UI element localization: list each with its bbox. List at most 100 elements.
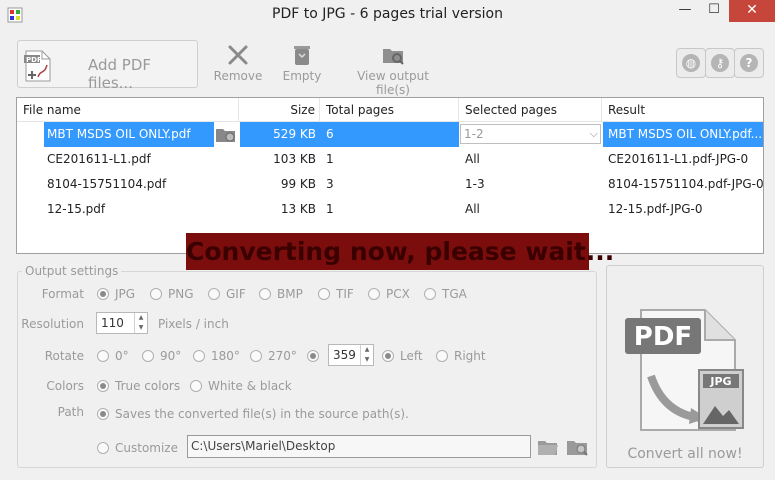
rotate-stepper[interactable]: 359 ▲ ▼ <box>328 344 374 366</box>
empty-button[interactable]: Empty <box>280 40 324 88</box>
resolution-stepper[interactable]: 110 ▲ ▼ <box>96 312 148 334</box>
radio-icon <box>150 288 162 300</box>
format-pcx-radio[interactable]: PCX <box>368 287 410 301</box>
row-file-name: CE201611-L1.pdf <box>47 152 151 166</box>
view-output-button[interactable]: View output file(s) <box>340 40 446 97</box>
table-header: File name Size Total pages Selected page… <box>17 98 763 122</box>
format-tif-radio[interactable]: TIF <box>318 287 354 301</box>
path-source-radio[interactable]: Saves the converted file(s) in the sourc… <box>97 407 409 421</box>
rotate-90-radio[interactable]: 90° <box>142 349 181 363</box>
col-selected-pages[interactable]: Selected pages <box>459 98 602 122</box>
maximize-button[interactable]: ☐ <box>699 0 729 22</box>
format-label: Format <box>41 287 84 301</box>
format-tga-label: TGA <box>442 287 467 301</box>
svg-text:PDF: PDF <box>26 56 42 64</box>
format-tga-radio[interactable]: TGA <box>424 287 467 301</box>
selected-pages-value: 1-2 <box>464 127 484 141</box>
row-total-pages: 1 <box>326 152 334 166</box>
convert-all-label: Convert all now! <box>627 446 743 462</box>
table-row[interactable]: CE201611-L1.pdf 103 KB 1 All CE201611-L1… <box>17 147 763 172</box>
row-result: 8104-15751104.pdf-JPG-0 <box>608 177 763 191</box>
open-output-folder-icon[interactable] <box>566 436 590 461</box>
pdf-to-jpg-icon: PDF JPG <box>625 309 744 431</box>
resolution-value: 110 <box>101 316 124 330</box>
radio-icon <box>208 288 220 300</box>
resolution-unit: Pixels / inch <box>158 317 229 331</box>
colors-bw-radio[interactable]: White & black <box>190 379 292 393</box>
open-folder-icon[interactable] <box>214 122 240 147</box>
rotate-0-label: 0° <box>115 349 129 363</box>
colors-bw-label: White & black <box>208 379 292 393</box>
rotate-270-label: 270° <box>268 349 297 363</box>
register-button[interactable]: ⚷ <box>705 48 735 78</box>
radio-icon <box>97 408 109 420</box>
format-bmp-radio[interactable]: BMP <box>259 287 303 301</box>
remove-button[interactable]: Remove <box>212 40 264 88</box>
rotate-90-label: 90° <box>160 349 182 363</box>
format-jpg-radio[interactable]: JPG <box>97 287 135 301</box>
row-result: CE201611-L1.pdf-JPG-0 <box>608 152 749 166</box>
globe-icon: ◍ <box>682 54 700 72</box>
row-total-pages: 1 <box>326 202 334 216</box>
rotate-right-radio[interactable]: Right <box>436 349 486 363</box>
row-file-name: 8104-15751104.pdf <box>47 177 167 191</box>
browse-folder-icon[interactable] <box>537 437 559 460</box>
add-pdf-files-button[interactable]: PDF Add PDF files... <box>17 40 198 92</box>
converting-banner: Converting now, please wait... <box>186 233 614 270</box>
selected-pages-combo[interactable]: 1-2 ⌵ <box>460 124 601 144</box>
format-jpg-label: JPG <box>115 287 136 301</box>
chevron-down-icon: ⌵ <box>589 127 598 140</box>
close-button[interactable]: ✕ <box>729 0 775 22</box>
stepper-arrows-icon[interactable]: ▲ ▼ <box>360 345 373 365</box>
help-button[interactable]: ? <box>734 48 764 78</box>
radio-icon <box>250 350 262 362</box>
row-selected-pages: All <box>465 202 480 216</box>
row-size: 13 KB <box>280 202 316 216</box>
col-total-pages[interactable]: Total pages <box>320 98 459 122</box>
format-gif-label: GIF <box>226 287 246 301</box>
radio-icon <box>259 288 271 300</box>
col-file-name[interactable]: File name <box>17 98 239 122</box>
key-icon: ⚷ <box>711 54 729 72</box>
stepper-arrows-icon[interactable]: ▲ ▼ <box>134 313 147 333</box>
remove-label: Remove <box>213 69 263 83</box>
table-row[interactable]: 8104-15751104.pdf 99 KB 3 1-3 8104-15751… <box>17 172 763 197</box>
format-bmp-label: BMP <box>277 287 303 301</box>
help-icon: ? <box>740 54 758 72</box>
minimize-button[interactable]: — <box>670 0 700 22</box>
format-png-label: PNG <box>168 287 194 301</box>
row-file-name: MBT MSDS OIL ONLY.pdf <box>44 122 214 147</box>
radio-icon <box>318 288 330 300</box>
colors-true-label: True colors <box>115 379 181 393</box>
format-gif-radio[interactable]: GIF <box>208 287 246 301</box>
rotate-label: Rotate <box>44 349 84 363</box>
row-selected-pages: All <box>465 152 480 166</box>
remove-icon <box>228 45 248 65</box>
format-png-radio[interactable]: PNG <box>150 287 194 301</box>
rotate-left-radio[interactable]: Left <box>382 349 423 363</box>
format-tif-label: TIF <box>336 287 354 301</box>
rotate-custom-radio[interactable] <box>307 349 325 363</box>
rotate-270-radio[interactable]: 270° <box>250 349 297 363</box>
row-size: 103 KB <box>273 152 316 166</box>
table-row[interactable]: 12-15.pdf 13 KB 1 All 12-15.pdf-JPG-0 <box>17 197 763 222</box>
rotate-0-radio[interactable]: 0° <box>97 349 129 363</box>
format-pcx-label: PCX <box>386 287 410 301</box>
view-output-label: View output file(s) <box>357 69 429 97</box>
file-table: File name Size Total pages Selected page… <box>16 97 764 254</box>
output-path-field[interactable]: C:\Users\Mariel\Desktop <box>187 435 531 458</box>
convert-all-button[interactable]: PDF JPG Convert all now! <box>606 265 764 468</box>
radio-icon <box>97 380 109 392</box>
website-button[interactable]: ◍ <box>676 48 706 78</box>
path-customize-radio[interactable]: Customize <box>97 441 178 455</box>
rotate-right-label: Right <box>454 349 486 363</box>
colors-label: Colors <box>46 379 84 393</box>
title-bar: PDF to JPG - 6 pages trial version — ☐ ✕ <box>0 0 775 31</box>
radio-icon <box>190 380 202 392</box>
radio-icon <box>97 350 109 362</box>
colors-true-radio[interactable]: True colors <box>97 379 180 393</box>
col-size[interactable]: Size <box>239 98 320 122</box>
table-row[interactable]: MBT MSDS OIL ONLY.pdf 529 KB 6 1-2 ⌵ MBT… <box>17 122 763 147</box>
col-result[interactable]: Result <box>602 98 763 122</box>
rotate-180-radio[interactable]: 180° <box>193 349 240 363</box>
